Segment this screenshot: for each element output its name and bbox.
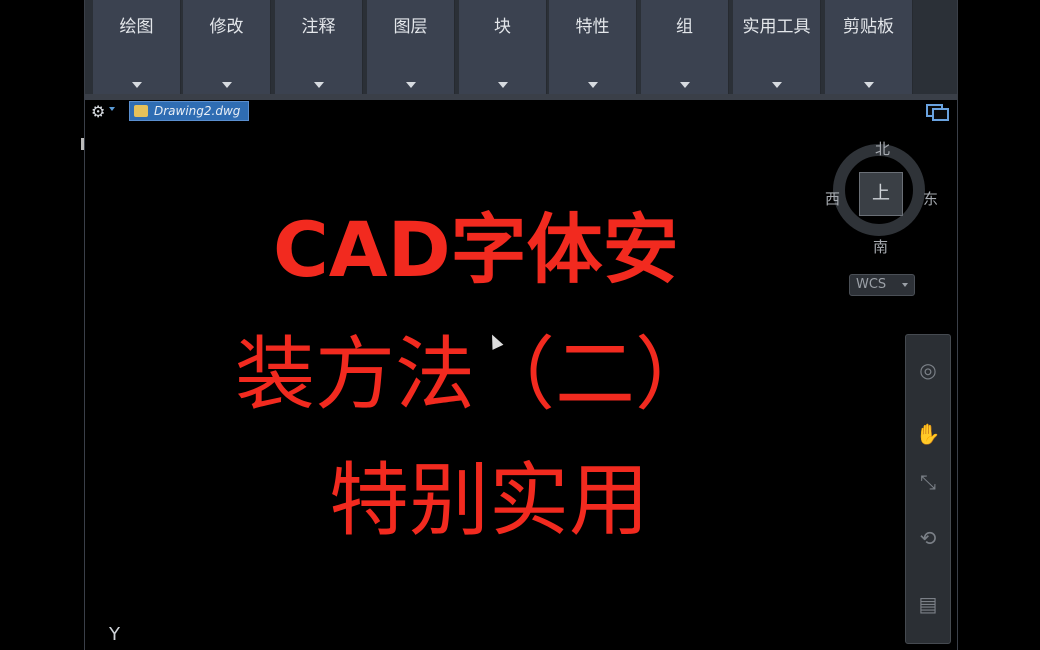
drawing-file-icon: [134, 105, 148, 117]
ribbon-panel-draw[interactable]: 绘图: [93, 0, 181, 94]
overlay-title-line1: CAD字体安: [273, 205, 679, 294]
steering-wheel-icon[interactable]: ◎: [915, 357, 941, 383]
chevron-down-icon[interactable]: [587, 82, 598, 88]
chevron-down-icon[interactable]: [313, 82, 324, 88]
chevron-down-icon[interactable]: [771, 82, 782, 88]
ribbon-panel-properties[interactable]: 特性: [549, 0, 637, 94]
restore-window-icon[interactable]: [926, 104, 949, 121]
ribbon-panel-modify[interactable]: 修改: [183, 0, 271, 94]
ribbon-panel-label: 组: [676, 17, 693, 37]
zoom-extents-icon[interactable]: ⤡: [915, 469, 941, 495]
ribbon-panel-layers[interactable]: 图层: [367, 0, 455, 94]
compass-east-label[interactable]: 东: [923, 188, 938, 209]
drawing-canvas[interactable]: 上 北 南 东 西 WCS ◎ ✋ ⤡ ⟲ ▤ CAD字体安 装方法（二） 特别…: [81, 124, 957, 650]
viewcube-face-label: 上: [872, 183, 890, 204]
ribbon-panel-label: 块: [494, 17, 511, 37]
ribbon-panel-label: 注释: [301, 17, 336, 37]
ribbon: 绘图 修改 注释 图层 块 特性 组 实用工具 剪贴板: [85, 0, 957, 96]
ribbon-spacer: [921, 0, 957, 94]
ribbon-panel-utilities[interactable]: 实用工具: [733, 0, 821, 94]
compass-west-label[interactable]: 西: [825, 188, 840, 209]
file-tab-label: Drawing2.dwg: [154, 104, 241, 118]
ribbon-panel-groups[interactable]: 组: [641, 0, 729, 94]
file-tab-bar: ⚙ Drawing2.dwg: [85, 100, 957, 124]
chevron-down-icon[interactable]: [221, 82, 232, 88]
orbit-icon[interactable]: ⟲: [915, 525, 941, 551]
showmotion-icon[interactable]: ▤: [915, 591, 941, 617]
canvas-edge-marker: [81, 138, 84, 150]
chevron-down-icon[interactable]: [405, 82, 416, 88]
pan-hand-icon[interactable]: ✋: [915, 421, 941, 447]
cad-application-window: 绘图 修改 注释 图层 块 特性 组 实用工具 剪贴板 ⚙ Drawing2.d…: [81, 0, 958, 650]
chevron-down-icon[interactable]: [679, 82, 690, 88]
compass-north-label[interactable]: 北: [875, 138, 890, 159]
overlay-title-line2: 装方法（二）: [235, 328, 715, 421]
ribbon-panel-label: 特性: [575, 17, 610, 37]
wcs-menu[interactable]: WCS: [849, 274, 915, 296]
navigation-bar: ◎ ✋ ⤡ ⟲ ▤: [905, 334, 951, 644]
ucs-y-axis-label: Y: [109, 624, 120, 645]
wcs-label: WCS: [856, 277, 887, 292]
chevron-down-icon: [902, 283, 908, 287]
ribbon-panel-label: 图层: [393, 17, 428, 37]
ribbon-panel-label: 修改: [209, 17, 244, 37]
ribbon-panel-label: 实用工具: [742, 17, 811, 37]
overlay-title-line3: 特别实用: [329, 454, 649, 547]
ribbon-panel-block[interactable]: 块: [459, 0, 547, 94]
chevron-down-icon[interactable]: [131, 82, 142, 88]
ribbon-panel-label: 绘图: [119, 17, 154, 37]
ribbon-panel-label: 剪贴板: [843, 17, 894, 37]
ribbon-panel-clipboard[interactable]: 剪贴板: [825, 0, 913, 94]
chevron-down-icon[interactable]: [863, 82, 874, 88]
compass-south-label[interactable]: 南: [873, 236, 888, 257]
chevron-down-icon[interactable]: [109, 107, 115, 111]
chevron-down-icon[interactable]: [497, 82, 508, 88]
window-frame-front: [932, 108, 949, 121]
gear-icon[interactable]: ⚙: [91, 102, 105, 121]
file-tab-drawing2[interactable]: Drawing2.dwg: [129, 101, 249, 121]
ribbon-panel-annotation[interactable]: 注释: [275, 0, 363, 94]
viewcube-face-top[interactable]: 上: [859, 172, 903, 216]
